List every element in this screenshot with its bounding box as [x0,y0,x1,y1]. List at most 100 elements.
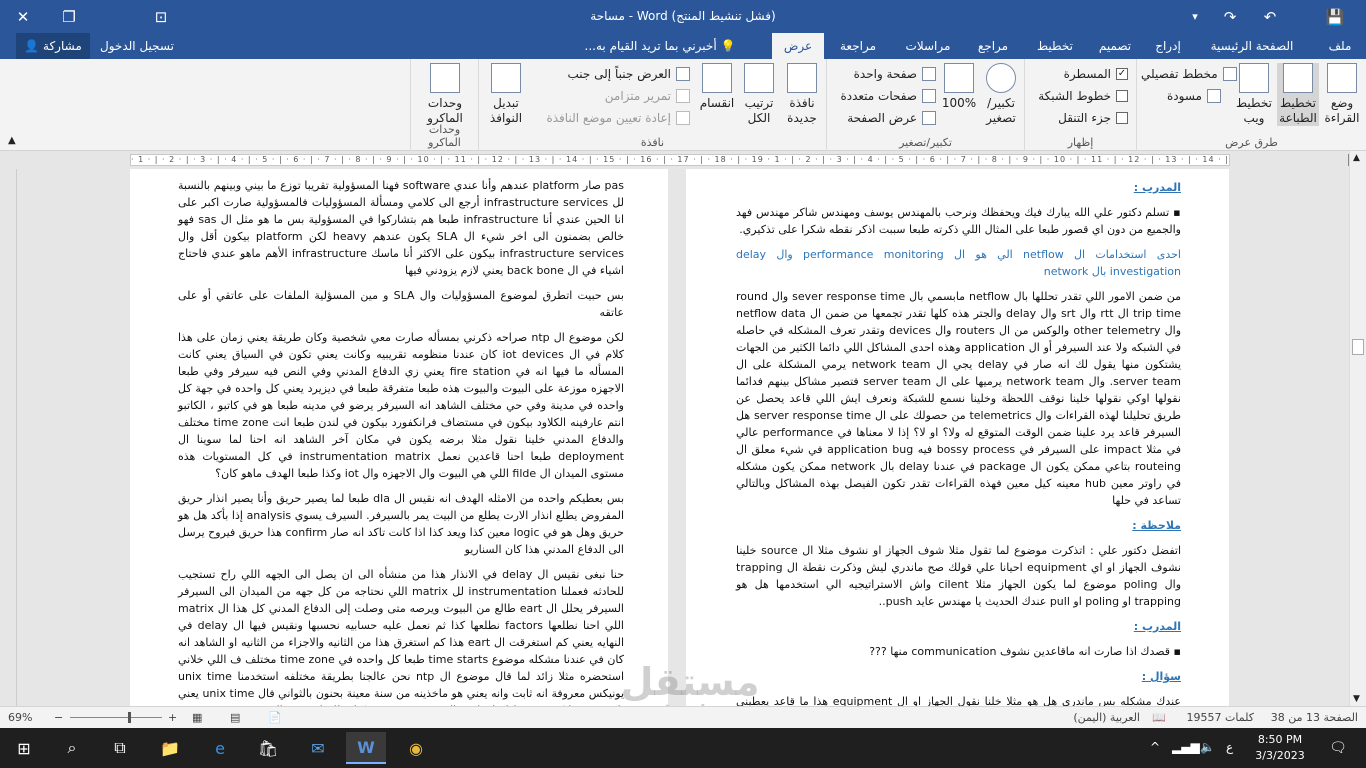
edge-icon[interactable]: e [200,732,240,764]
web-layout-button[interactable]: تخطيط ويب [1233,63,1275,126]
store-icon[interactable]: 🛍 [248,732,288,764]
chrome-icon[interactable]: ◉ [396,732,436,764]
tab-home[interactable]: الصفحة الرئيسية [1196,33,1308,59]
word-count[interactable]: 19557 كلمات [1187,711,1254,724]
page-count[interactable]: الصفحة 13 من 38 [1271,711,1358,724]
scroll-up-icon[interactable]: ▲ [1353,153,1360,163]
status-bar: الصفحة 13 من 38 19557 كلمات 📖 العربية (ا… [0,706,1366,728]
new-window-icon [787,63,817,93]
multi-pages-button[interactable]: صفحات متعددة [840,87,936,105]
zoom-in-icon[interactable]: + [168,711,177,724]
print-layout-view-icon[interactable]: ▤ [230,711,240,724]
search-icon[interactable]: ⌕ [52,732,92,764]
tab-layout[interactable]: تخطيط [1030,33,1080,59]
close-icon[interactable]: ✕ [0,0,46,33]
reset-position-button[interactable]: إعادة تعيين موضع النافذة [546,109,690,127]
group-macros: وحدات الماكرو وحدات الماكرو [410,59,478,151]
group-views: وضع القراءة تخطيط الطباعة تخطيط ويب مخطط… [1136,59,1366,151]
side-by-side-button[interactable]: العرض جنباً إلى جنب [568,65,690,83]
speaker-label: المدرب : [1133,620,1181,633]
zoom-slider[interactable] [70,717,162,718]
gridlines-checkbox[interactable]: خطوط الشبكة [1038,87,1128,105]
tray-chevron-icon[interactable]: ^ [1150,740,1160,754]
arrange-icon [744,63,774,93]
ruler-checkbox[interactable]: ✓ المسطرة [1064,65,1128,83]
new-window-button[interactable]: نافذة جديدة [781,63,823,126]
zoom-out-icon[interactable]: − [54,711,63,724]
one-page-icon [922,67,936,81]
vertical-scrollbar[interactable]: ▲ ▼ [1349,151,1366,706]
sync-scroll-button[interactable]: تمرير متزامن [605,87,690,105]
one-page-button[interactable]: صفحة واحدة [854,65,936,83]
bullet-text: قصدك اذا صارت انه ماقاعدين نشوف communic… [869,645,1171,658]
page-right[interactable]: المدرب : ▪ تسلم دكتور علي الله يبارك فيك… [686,169,1229,706]
speaker-label: ملاحظة : [1132,519,1181,532]
read-mode-label: وضع القراءة [1324,96,1360,125]
volume-icon[interactable]: 🔈 [1200,740,1215,754]
sign-in-link[interactable]: تسجيل الدخول [92,33,182,59]
mail-icon[interactable]: ✉ [298,732,338,764]
clock[interactable]: 8:50 PM 3/3/2023 [1250,732,1310,764]
collapse-ribbon-icon[interactable]: ▲ [8,135,16,146]
restore-icon[interactable]: ❐ [46,0,92,33]
language-indicator[interactable]: العربية (اليمن) [1073,711,1140,724]
horizontal-ruler[interactable]: · 1 · | · 2 · | · 3 · | · 4 · | · 5 · | … [0,151,1366,169]
page-left[interactable]: pas صار platform عندهم وأنا عندي softwar… [130,169,668,706]
reset-position-label: إعادة تعيين موضع النافذة [546,111,671,125]
file-explorer-icon[interactable]: 📁 [150,732,190,764]
tab-insert[interactable]: إدراج [1146,33,1190,59]
word-icon[interactable]: W [346,732,386,764]
paragraph: لكن موضوع ال ntp صراحه ذكرني بمسأله صارت… [178,331,625,480]
tab-file[interactable]: ملف [1318,33,1362,59]
web-layout-view-icon[interactable]: ▦ [192,711,202,724]
split-button[interactable]: انقسام [697,63,737,111]
macros-label: وحدات الماكرو [427,96,463,125]
switch-windows-label: تبديل النوافذ [489,96,523,125]
ribbon-display-icon[interactable]: ⊡ [138,0,184,33]
outline-button[interactable]: مخطط تفصيلي [1141,65,1237,83]
nav-pane-checkbox[interactable]: جزء التنقل [1058,109,1128,127]
tab-references[interactable]: مراجع [968,33,1018,59]
page-width-button[interactable]: عرض الصفحة [847,109,936,127]
views-group-label: طرق عرض [1225,136,1278,149]
draft-button[interactable]: مسودة [1167,87,1221,105]
zoom-button[interactable]: تكبير/ تصغير [981,63,1021,126]
print-layout-button[interactable]: تخطيط الطباعة [1277,63,1319,126]
windows-start-icon[interactable]: ⊞ [4,732,44,764]
proofing-icon[interactable]: 📖 [1152,711,1166,724]
network-icon[interactable]: ▂▄▆ [1172,740,1200,754]
watermark-main: مستقل [620,660,760,704]
keyboard-language[interactable]: ع [1226,740,1233,754]
macros-button[interactable]: وحدات الماكرو [419,63,471,126]
tab-view[interactable]: عرض [772,33,824,59]
window-group-label: نافذة [640,136,665,149]
paragraph: حنا نبغى نقيس ال delay في الانذار هذا من… [178,568,625,706]
sync-scroll-label: تمرير متزامن [604,89,671,103]
tab-mailings[interactable]: مراسلات [896,33,960,59]
zoom-level[interactable]: 69% [8,711,32,724]
draft-label: مسودة [1167,89,1202,103]
ribbon-view: وضع القراءة تخطيط الطباعة تخطيط ويب مخطط… [0,59,1366,151]
scroll-down-icon[interactable]: ▼ [1353,694,1360,704]
bullet-text: تسلم دكتور علي الله يبارك فيك ويحفظك ونر… [736,206,1181,236]
zoom-group-label: تكبير/تصغير [899,136,952,149]
tab-design[interactable]: تصميم [1088,33,1142,59]
draft-icon [1206,89,1221,103]
read-mode-button[interactable]: وضع القراءة [1321,63,1363,126]
tell-me-box[interactable]: 💡 أخبرني بما تريد القيام به... [560,33,760,59]
read-mode-view-icon[interactable]: 📄 [268,711,282,724]
notification-icon[interactable]: 🗨 [1318,732,1358,764]
task-view-icon[interactable]: ⧉ [100,732,140,764]
document-area[interactable]: pas صار platform عندهم وأنا عندي softwar… [17,169,1349,706]
share-button[interactable]: 👤 مشاركة [16,33,90,59]
zoom-100-button[interactable]: 100% [939,63,979,111]
zoom-slider-thumb[interactable] [128,712,131,723]
tab-review[interactable]: مراجعة [830,33,886,59]
arrange-all-button[interactable]: ترتيب الكل [739,63,779,126]
print-layout-label: تخطيط الطباعة [1279,96,1317,125]
scroll-thumb[interactable] [1352,339,1364,355]
ruler-strip: · 1 · | · 2 · | · 3 · | · 4 · | · 5 · | … [130,154,1230,166]
switch-windows-button[interactable]: تبديل النوافذ [483,63,529,126]
page-width-label: عرض الصفحة [847,111,917,125]
paragraph: بس حبيت اتطرق لموضوع المسؤوليات وال SLA … [178,289,624,319]
